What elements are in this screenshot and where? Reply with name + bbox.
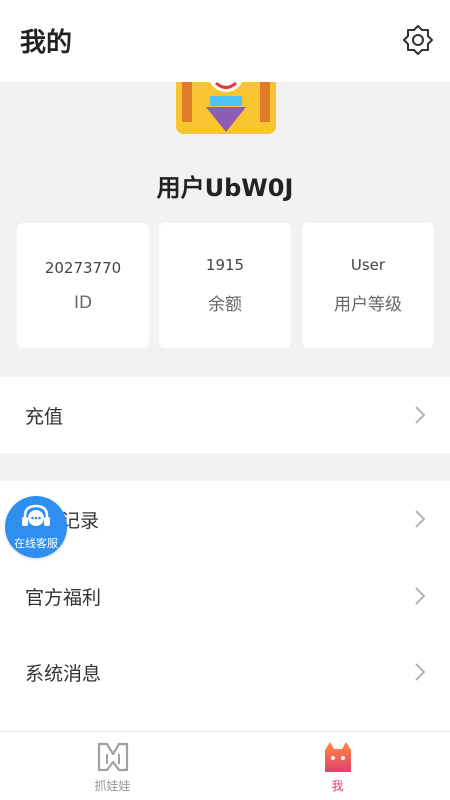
menu-item-records[interactable]: 记录 xyxy=(0,481,450,557)
cat-icon xyxy=(324,741,351,772)
stat-value: 20273770 xyxy=(44,258,122,277)
menu-list: 记录 官方福利 系统消息 xyxy=(0,481,450,731)
chevron-right-icon xyxy=(415,587,426,605)
stat-value: User xyxy=(350,256,386,274)
claw-machine-icon xyxy=(97,742,128,771)
stat-card-balance[interactable]: 1915 余额 xyxy=(159,223,291,348)
menu-item-messages[interactable]: 系统消息 xyxy=(0,634,450,710)
tab-label: 抓娃娃 xyxy=(94,778,131,793)
tab-claw-machine[interactable]: 抓娃娃 xyxy=(0,732,225,800)
profile-section: 用户UbW0J 20273770 ID 1915 余额 User 用户等级 xyxy=(0,82,450,376)
bottom-tab-bar: 抓娃娃 我 xyxy=(0,731,450,800)
menu-item-recharge[interactable]: 充值 xyxy=(0,377,450,453)
settings-button[interactable] xyxy=(398,20,438,60)
online-support-button[interactable]: 在线客服 xyxy=(5,496,67,558)
gear-icon xyxy=(403,25,433,55)
header: 我的 xyxy=(0,0,450,82)
page-title: 我的 xyxy=(20,28,73,58)
menu-item-label: 官方福利 xyxy=(25,586,102,609)
headset-icon xyxy=(22,504,50,526)
tab-me[interactable]: 我 xyxy=(225,732,450,800)
tab-label: 我 xyxy=(331,778,344,793)
stat-label: 余额 xyxy=(208,295,242,315)
stat-label: ID xyxy=(73,292,93,313)
avatar[interactable] xyxy=(176,82,276,134)
chevron-right-icon xyxy=(415,406,426,424)
stat-card-id: 20273770 ID xyxy=(17,223,149,348)
menu-item-label: 系统消息 xyxy=(25,662,102,685)
chevron-right-icon xyxy=(415,510,426,528)
clown-avatar-image xyxy=(176,82,276,134)
chevron-right-icon xyxy=(415,663,426,681)
stat-label: 用户等级 xyxy=(334,295,402,315)
username: 用户UbW0J xyxy=(156,174,294,202)
support-label: 在线客服 xyxy=(14,537,58,550)
menu-item-welfare[interactable]: 官方福利 xyxy=(0,558,450,634)
menu-item-label: 充值 xyxy=(25,405,64,428)
stat-card-level[interactable]: User 用户等级 xyxy=(302,223,434,348)
stat-value: 1915 xyxy=(205,256,245,274)
